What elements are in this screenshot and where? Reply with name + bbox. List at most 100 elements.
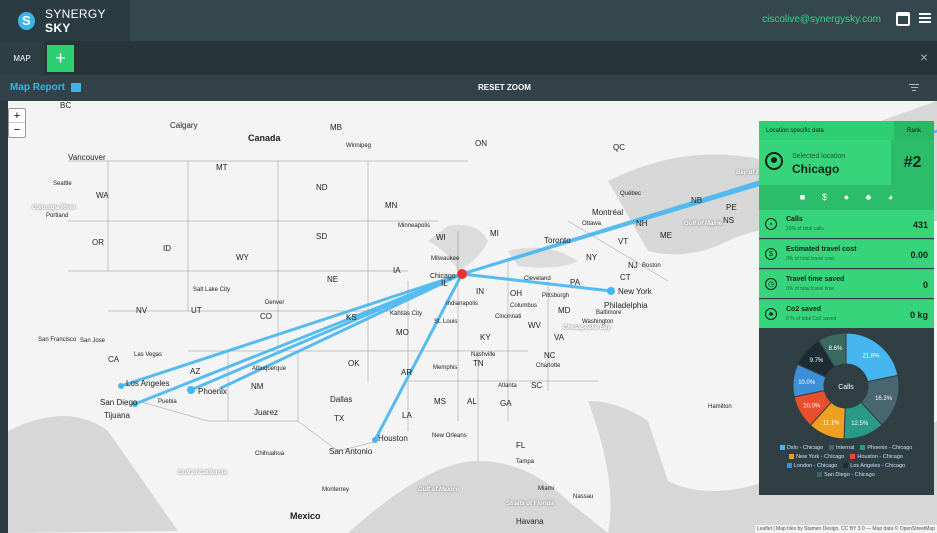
- panel-header: Location specific data Rank: [759, 121, 934, 140]
- region-label: VA: [554, 333, 565, 342]
- clock-icon[interactable]: ●: [842, 192, 852, 202]
- region-label: PE: [726, 203, 737, 212]
- legend-label: Houston - Chicago: [857, 454, 903, 460]
- region-label: NV: [136, 306, 148, 315]
- region-label: IA: [393, 266, 401, 275]
- add-tab-button[interactable]: +: [47, 45, 74, 72]
- donut-data-label: 11.1%: [823, 421, 840, 427]
- city-label: Charlotte: [536, 363, 561, 369]
- location-pin-icon: [765, 152, 783, 170]
- city-label: San Francisco: [38, 337, 77, 343]
- rank-header: Rank: [894, 121, 934, 140]
- region-label: LA: [402, 411, 412, 420]
- metric-travel-cost[interactable]: $ Estimated travel cost 0% of total trav…: [759, 239, 934, 268]
- camera-icon[interactable]: ■: [798, 192, 808, 202]
- selected-location-value: Chicago: [792, 162, 840, 176]
- city-label: Chicago: [430, 273, 456, 280]
- legend-swatch: [779, 445, 785, 451]
- zoom-in-button[interactable]: +: [9, 109, 25, 123]
- city-label: Toronto: [544, 236, 571, 245]
- donut-data-label: 12.5%: [851, 421, 869, 427]
- metric-co2[interactable]: ♣ Co2 saved 0 % of total Co2 saved 0 kg: [759, 299, 934, 328]
- legend-item[interactable]: London - Chicago: [786, 462, 837, 471]
- region-label: MS: [434, 397, 446, 406]
- city-label: Las Vegas: [134, 352, 163, 358]
- water-label: Gulf of Maine: [684, 221, 722, 227]
- region-label: TX: [334, 414, 345, 423]
- tab-bar: MAP + ×: [0, 41, 937, 75]
- region-label: CA: [108, 355, 120, 364]
- city-label: Denver: [265, 300, 285, 306]
- hamburger-menu-icon[interactable]: [919, 13, 931, 23]
- map-attribution[interactable]: Leaflet | Map tiles by Stamen Design, CC…: [754, 525, 937, 533]
- close-tab-icon[interactable]: ×: [920, 49, 928, 65]
- synergy-logo-icon: [18, 11, 36, 30]
- zoom-out-button[interactable]: −: [9, 123, 25, 137]
- region-label: KS: [346, 313, 357, 322]
- region-label: OH: [510, 289, 522, 298]
- city-label: Milwaukee: [431, 256, 460, 262]
- selected-location[interactable]: Selected location Chicago: [759, 140, 891, 185]
- region-label: IN: [476, 287, 484, 296]
- legend-item[interactable]: Internal: [829, 444, 854, 453]
- metric-travel-time[interactable]: ◷ Travel time saved 0% of total travel t…: [759, 269, 934, 298]
- country-label: Mexico: [290, 511, 321, 521]
- city-label: Indianapolis: [446, 301, 479, 307]
- city-label: Miami: [538, 486, 554, 492]
- brand[interactable]: SYNERGY SKY: [0, 0, 130, 41]
- region-label: UT: [191, 306, 202, 315]
- region-label: ON: [475, 139, 487, 148]
- region-label: NE: [327, 275, 339, 284]
- calendar-icon[interactable]: [896, 12, 910, 26]
- legend-label: Internal: [836, 445, 855, 451]
- region-label: OR: [92, 238, 104, 247]
- legend-item[interactable]: New York - Chicago: [789, 453, 844, 462]
- city-label: Ottawa: [582, 221, 602, 227]
- legend-item[interactable]: San Diego - Chicago: [817, 471, 875, 480]
- region-label: CT: [620, 273, 631, 282]
- legend-label: Los Angeles - Chicago: [850, 463, 906, 469]
- co2-icon[interactable]: ♣: [864, 192, 874, 202]
- legend-swatch: [860, 445, 866, 451]
- legend-swatch: [789, 454, 795, 460]
- city-label: Monterrey: [322, 487, 350, 493]
- city-label: Seattle: [53, 181, 72, 187]
- report-title[interactable]: Map Report: [10, 82, 81, 93]
- reset-zoom-button[interactable]: RESET ZOOM: [478, 83, 531, 92]
- region-label: ME: [660, 231, 672, 240]
- city-label: Puebla: [158, 399, 177, 405]
- filter-icon[interactable]: [909, 84, 919, 92]
- dollar-icon: $: [765, 248, 777, 260]
- water-label: Straits of Florida: [506, 501, 554, 507]
- leaf-icon: ♣: [765, 308, 777, 320]
- city-label: Cincinnati: [495, 314, 522, 320]
- region-label: MO: [396, 328, 409, 337]
- metric-sub: 20% of total calls: [786, 226, 824, 232]
- region-label: KY: [480, 333, 491, 342]
- legend-item[interactable]: Los Angeles - Chicago: [843, 462, 905, 471]
- tab-map[interactable]: MAP: [0, 41, 44, 75]
- region-label: NJ: [628, 261, 638, 270]
- city-label: Albuquerque: [252, 366, 287, 372]
- chart-legend: Oslo - Chicago Internal Phoenix - Chicago N…: [765, 444, 927, 480]
- user-email[interactable]: ciscolive@synergysky.com: [762, 14, 881, 25]
- water-label: Columbia River: [32, 205, 77, 211]
- metric-calls[interactable]: ▪ Calls 20% of total calls 431: [759, 209, 934, 238]
- legend-item[interactable]: Oslo - Chicago: [779, 444, 823, 453]
- legend-swatch: [786, 463, 792, 469]
- city-label: Chihuahua: [255, 451, 285, 457]
- legend-item[interactable]: Houston - Chicago: [850, 453, 903, 462]
- legend-label: New York - Chicago: [796, 454, 845, 460]
- city-label: Baltimore: [596, 310, 622, 316]
- city-label: Dallas: [330, 395, 353, 404]
- region-label: FL: [516, 441, 526, 450]
- region-label: SC: [531, 381, 543, 390]
- dollar-icon[interactable]: $: [820, 192, 830, 202]
- pie-icon[interactable]: ◕: [886, 192, 896, 202]
- metric-value: 431: [912, 220, 928, 230]
- calls-donut-chart[interactable]: 21.8% 16.3% 12.5% 11.1% 10.0% 10.0% 9.7% 8.6% C…: [759, 330, 934, 442]
- report-title-label: Map Report: [10, 82, 65, 93]
- legend-item[interactable]: Phoenix - Chicago: [860, 444, 912, 453]
- report-flag-icon[interactable]: [71, 83, 81, 92]
- city-label: Boston: [642, 263, 661, 269]
